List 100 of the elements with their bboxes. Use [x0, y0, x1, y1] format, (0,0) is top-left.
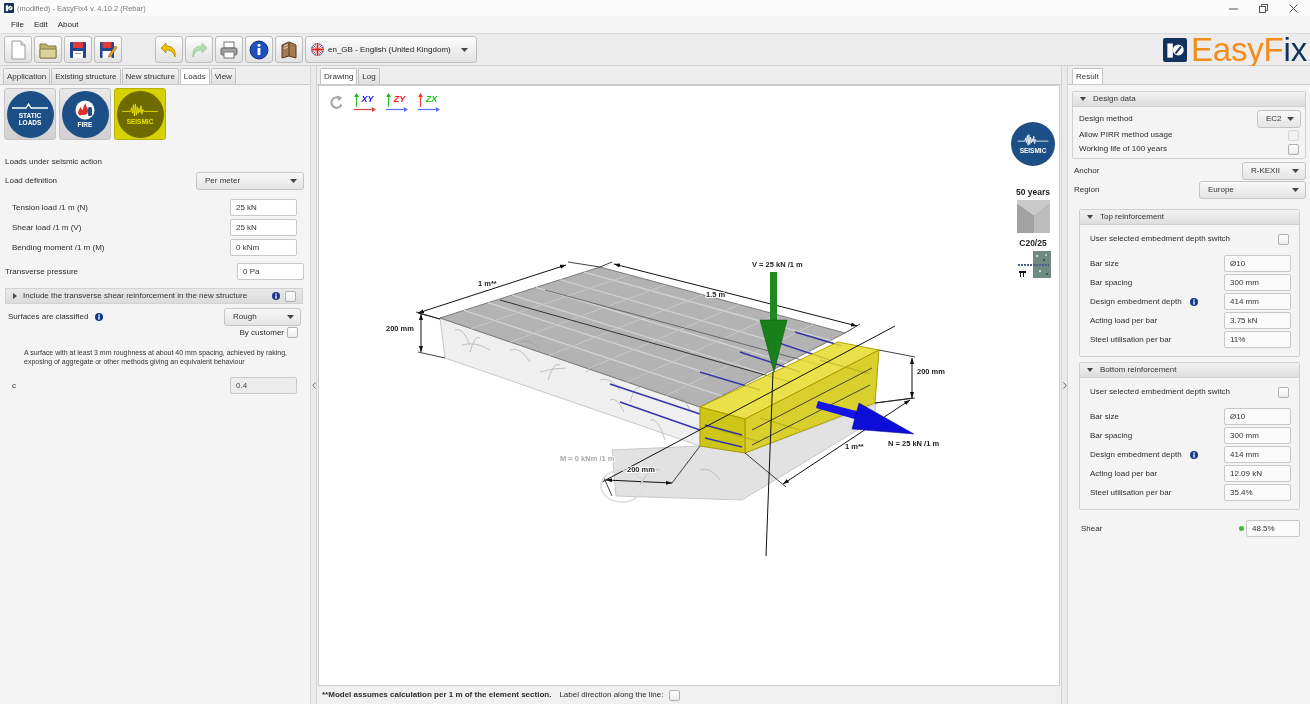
field-label: Design embedment depth — [1090, 449, 1182, 460]
field-label: Anchor — [1074, 165, 1100, 176]
info-button[interactable] — [245, 36, 273, 63]
horizontal-axis-icon — [418, 107, 440, 112]
tab[interactable]: View — [210, 68, 236, 84]
dropdown[interactable]: Europe — [1199, 180, 1306, 199]
caret-icon — [290, 178, 297, 183]
field-label: c — [12, 380, 16, 391]
section-header[interactable]: Design data — [1073, 92, 1305, 107]
checkbox[interactable] — [669, 689, 681, 701]
checkbox[interactable] — [1278, 233, 1289, 245]
field-label: Bar spacing — [1090, 430, 1133, 441]
tab[interactable]: Drawing — [320, 68, 358, 84]
logo-text: EasyFix — [1191, 33, 1307, 66]
input-field[interactable]: 12.09 kN — [1224, 465, 1291, 482]
view-button[interactable]: ZY — [386, 93, 408, 112]
checkbox[interactable] — [287, 327, 298, 338]
field-label: Bar spacing — [1090, 277, 1133, 288]
dropdown[interactable]: Per meter — [196, 171, 304, 190]
info-icon — [249, 39, 269, 60]
chevron-right-icon[interactable] — [1062, 381, 1067, 389]
field-label: Shear load /1 m (V) — [12, 222, 82, 233]
info-icon[interactable] — [272, 292, 280, 300]
seismic-wave-icon — [121, 102, 159, 118]
flame-icon — [74, 99, 96, 120]
section-header[interactable]: Bottom reinforcement — [1080, 363, 1299, 378]
input-field[interactable]: 35.4% — [1224, 484, 1291, 501]
input-field[interactable]: 0 kNm — [230, 239, 297, 256]
seismic-wave-icon — [1016, 133, 1050, 147]
save-as-button[interactable] — [94, 36, 122, 63]
input-field[interactable]: 48.5% — [1246, 520, 1300, 537]
field-label: Shear — [1081, 523, 1103, 534]
field-label: Region — [1074, 184, 1100, 195]
input-field[interactable]: 25 kN — [230, 219, 297, 236]
flag-icon — [311, 43, 324, 56]
input-field[interactable]: 25 kN — [230, 199, 297, 216]
horizontal-axis-icon — [386, 107, 408, 112]
dropdown[interactable]: R-KEXII — [1242, 161, 1306, 180]
vertical-axis-icon — [386, 93, 391, 107]
caret-icon — [1287, 116, 1294, 121]
vertical-axis-icon — [354, 93, 359, 107]
book-icon — [279, 39, 299, 60]
field-label: Acting load per bar — [1090, 315, 1158, 326]
input-field[interactable]: 300 mm — [1224, 427, 1291, 444]
field-label: Design method — [1079, 113, 1133, 124]
undo-button[interactable] — [155, 36, 183, 63]
tab[interactable]: New structure — [121, 68, 179, 84]
view-button[interactable]: XY — [354, 93, 376, 112]
restore-icon[interactable] — [1259, 3, 1268, 13]
input-field[interactable]: Ø10 — [1224, 255, 1291, 272]
input-field[interactable]: 300 mm — [1224, 274, 1291, 291]
menu-item[interactable]: Edit — [28, 20, 53, 29]
info-icon[interactable] — [1189, 450, 1198, 459]
dropdown[interactable]: EC2 — [1257, 109, 1301, 128]
chevron-left-icon[interactable] — [311, 381, 316, 389]
tab[interactable]: Log — [358, 68, 380, 84]
concrete-cube-icon — [1016, 200, 1050, 233]
checkbox-label: Allow PIRR method usage — [1079, 130, 1173, 140]
rotate-icon[interactable] — [329, 95, 344, 110]
rebar-anchorage-icon — [1015, 251, 1051, 278]
menu-item[interactable]: File — [6, 20, 29, 29]
horizontal-axis-icon — [354, 107, 376, 112]
save-button[interactable] — [64, 36, 92, 63]
field-label: Bar size — [1090, 258, 1119, 269]
field-label: Transverse pressure — [5, 266, 79, 277]
caret-icon — [461, 47, 468, 52]
tab[interactable]: Result — [1072, 68, 1103, 84]
field-label: Bar size — [1090, 411, 1119, 422]
checkbox-label: Label direction along the line: — [559, 690, 664, 700]
menu-item[interactable]: About — [52, 20, 84, 29]
checkbox[interactable] — [1278, 386, 1289, 398]
tab[interactable]: Existing structure — [51, 68, 121, 84]
input-field[interactable]: 11% — [1224, 331, 1291, 348]
footnote-text: **Model assumes calculation per 1 m of the element section. — [322, 690, 552, 700]
input-field[interactable]: 3.75 kN — [1224, 312, 1291, 329]
input-field[interactable]: 414 mm — [1224, 293, 1291, 310]
field-label: Tension load /1 m (N) — [12, 202, 89, 213]
close-icon[interactable] — [1289, 3, 1298, 13]
tab[interactable]: Application — [3, 68, 51, 84]
checkbox[interactable] — [285, 290, 296, 302]
section-header[interactable]: Top reinforcement — [1080, 210, 1299, 225]
language-dropdown[interactable]: en_GB - English (United Kingdom) — [305, 36, 477, 63]
manual-button[interactable] — [275, 36, 303, 63]
info-icon[interactable] — [95, 312, 104, 321]
checkbox[interactable] — [1288, 143, 1299, 155]
field-label: Steel utilisation per bar — [1090, 334, 1172, 345]
print-button[interactable] — [215, 36, 243, 63]
input-field[interactable]: 0 Pa — [237, 263, 304, 280]
input-field[interactable]: Ø10 — [1224, 408, 1291, 425]
floppy-pencil-icon — [98, 39, 118, 60]
info-icon[interactable] — [1189, 297, 1198, 306]
expandable-option-header[interactable]: Include the transverse shear reinforcement in the new structure — [5, 288, 303, 304]
input-field[interactable]: 414 mm — [1224, 446, 1291, 463]
vertical-axis-icon — [418, 93, 423, 107]
logo-icon — [1163, 37, 1188, 62]
field-label: Bending moment /1 m (M) — [12, 242, 105, 253]
checkbox-label: By customer — [239, 327, 284, 338]
checkbox-label: User selected embedment depth switch — [1090, 234, 1231, 244]
dropdown[interactable]: Rough — [224, 307, 301, 326]
tab[interactable]: Loads — [179, 68, 210, 84]
